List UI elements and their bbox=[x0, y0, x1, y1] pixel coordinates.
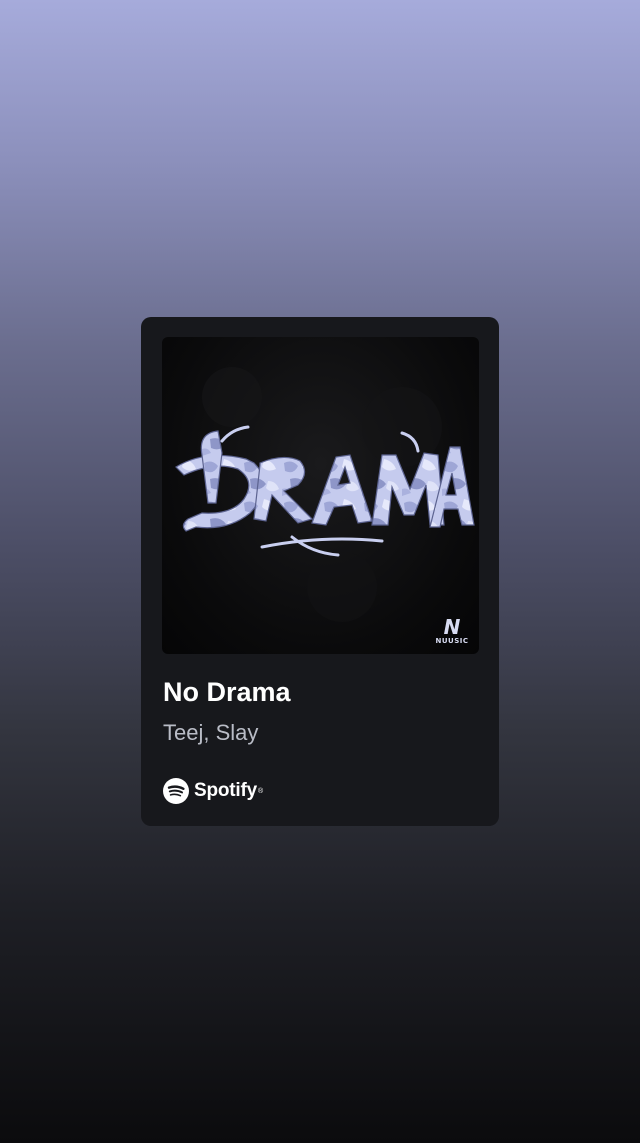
song-share-card[interactable]: N NUUSIC No Drama Teej, Slay Spotify ® bbox=[141, 317, 499, 826]
label-name: NUUSIC bbox=[435, 637, 469, 645]
label-logo: N NUUSIC bbox=[435, 617, 469, 646]
album-cover-art[interactable]: N NUUSIC bbox=[162, 337, 479, 654]
track-artists: Teej, Slay bbox=[163, 720, 259, 745]
track-title: No Drama bbox=[163, 677, 291, 707]
trademark-symbol: ® bbox=[258, 787, 264, 795]
graffiti-artwork bbox=[175, 367, 475, 622]
spotify-logo-icon bbox=[163, 778, 189, 804]
spotify-wordmark: Spotify bbox=[194, 780, 257, 801]
spotify-brand-link[interactable]: Spotify ® bbox=[163, 778, 263, 804]
label-mark: N bbox=[443, 615, 461, 639]
